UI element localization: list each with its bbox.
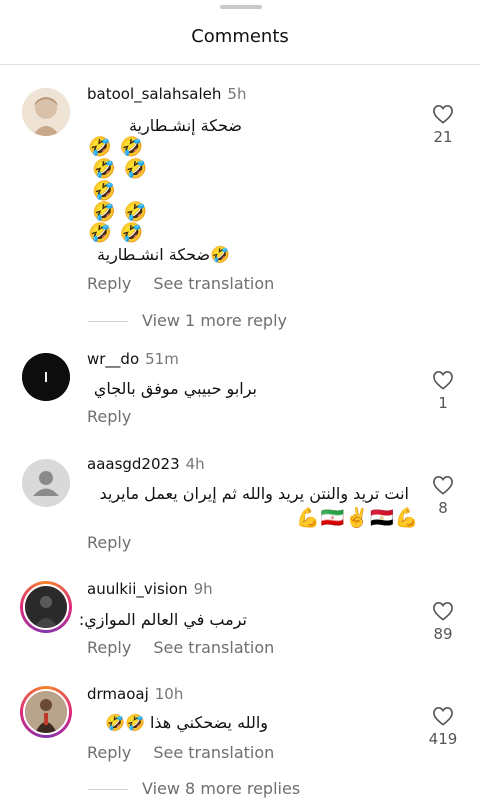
comment-time: 4h <box>185 455 205 473</box>
view-more-replies[interactable]: View 8 more replies <box>88 779 300 798</box>
see-translation-button[interactable]: See translation <box>153 743 274 762</box>
heart-icon <box>433 370 453 390</box>
reply-thread-line <box>88 321 128 322</box>
comment-username[interactable]: drmaoaj 10h <box>87 685 183 703</box>
avatar-photo-icon <box>25 586 67 628</box>
comment-text: برابو حبيبي موفق بالجاي <box>93 379 257 398</box>
see-translation-button[interactable]: See translation <box>153 638 274 657</box>
comment-actions: Reply <box>87 533 131 552</box>
like-count: 1 <box>438 394 448 412</box>
like-button[interactable]: 419 <box>423 706 463 748</box>
comment-text: ترمب في العالم الموازي: <box>78 610 247 629</box>
comment-time: 10h <box>154 685 184 703</box>
comment-emoji-line: 🤣 🤣 <box>92 158 149 180</box>
avatar-story-ring <box>23 584 69 630</box>
reply-button[interactable]: Reply <box>87 743 131 762</box>
comment-emoji-line: 🤣 🤣 <box>88 222 145 244</box>
avatar-photo-icon <box>22 88 70 136</box>
reply-thread-line <box>88 789 128 790</box>
like-count: 21 <box>433 128 453 146</box>
comment-emoji-line: 🤣 <box>92 180 117 202</box>
comment-username[interactable]: wr__do 51m <box>87 350 179 368</box>
avatar-story-ring <box>23 689 69 735</box>
avatar[interactable] <box>22 353 70 401</box>
comment-actions: Reply See translation <box>87 638 274 657</box>
avatar[interactable] <box>22 459 70 507</box>
reply-button[interactable]: Reply <box>87 638 131 657</box>
heart-icon <box>433 475 453 495</box>
avatar[interactable] <box>22 88 70 136</box>
comment-text: والله يضحكني هذا 🤣🤣 <box>105 713 268 732</box>
comment-actions: Reply See translation <box>87 274 274 293</box>
comment-text: ضحكة إنشـطارية <box>128 116 242 135</box>
see-translation-button[interactable]: See translation <box>153 274 274 293</box>
reply-button[interactable]: Reply <box>87 533 131 552</box>
reply-button[interactable]: Reply <box>87 274 131 293</box>
heart-icon <box>433 601 453 621</box>
comment-time: 5h <box>227 85 247 103</box>
like-button[interactable]: 8 <box>423 475 463 517</box>
like-button[interactable]: 21 <box>423 104 463 146</box>
avatar[interactable] <box>20 686 72 738</box>
comment-time: 9h <box>193 580 213 598</box>
default-user-icon <box>22 459 70 507</box>
avatar-photo-icon <box>22 353 70 401</box>
header-divider <box>0 64 480 65</box>
comment-emoji-line: 💪🇮🇷✌️🇪🇬💪 <box>296 507 420 529</box>
comment-username[interactable]: auulkii_vision 9h <box>87 580 213 598</box>
comment-emoji-line: 🤣 🤣 <box>92 201 149 223</box>
like-button[interactable]: 1 <box>423 370 463 412</box>
page-title: Comments <box>191 26 289 47</box>
like-button[interactable]: 89 <box>423 601 463 643</box>
comment-emoji-line: 🤣 🤣 <box>88 136 145 158</box>
avatar-photo-icon <box>25 691 67 733</box>
comment-username[interactable]: aaasgd2023 4h <box>87 455 205 473</box>
reply-button[interactable]: Reply <box>87 407 131 426</box>
view-more-replies[interactable]: View 1 more reply <box>88 311 287 330</box>
comment-time: 51m <box>145 350 179 368</box>
comment-actions: Reply <box>87 407 131 426</box>
heart-icon <box>433 706 453 726</box>
comment-username[interactable]: batool_salahsaleh 5h <box>87 85 246 103</box>
comments-sheet: Comments batool_salahsaleh 5h ضحكة إنشـطا… <box>0 0 480 800</box>
avatar[interactable] <box>20 581 72 633</box>
drag-handle[interactable] <box>220 5 262 9</box>
like-count: 89 <box>433 625 453 643</box>
like-count: 8 <box>438 499 448 517</box>
comment-text: انت تريد والنتن يريد والله ثم إيران يعمل… <box>99 484 409 503</box>
comment-text: 🤣ضحكة انشـطارية <box>97 245 230 264</box>
heart-icon <box>433 104 453 124</box>
comment-actions: Reply See translation <box>87 743 274 762</box>
like-count: 419 <box>428 730 458 748</box>
